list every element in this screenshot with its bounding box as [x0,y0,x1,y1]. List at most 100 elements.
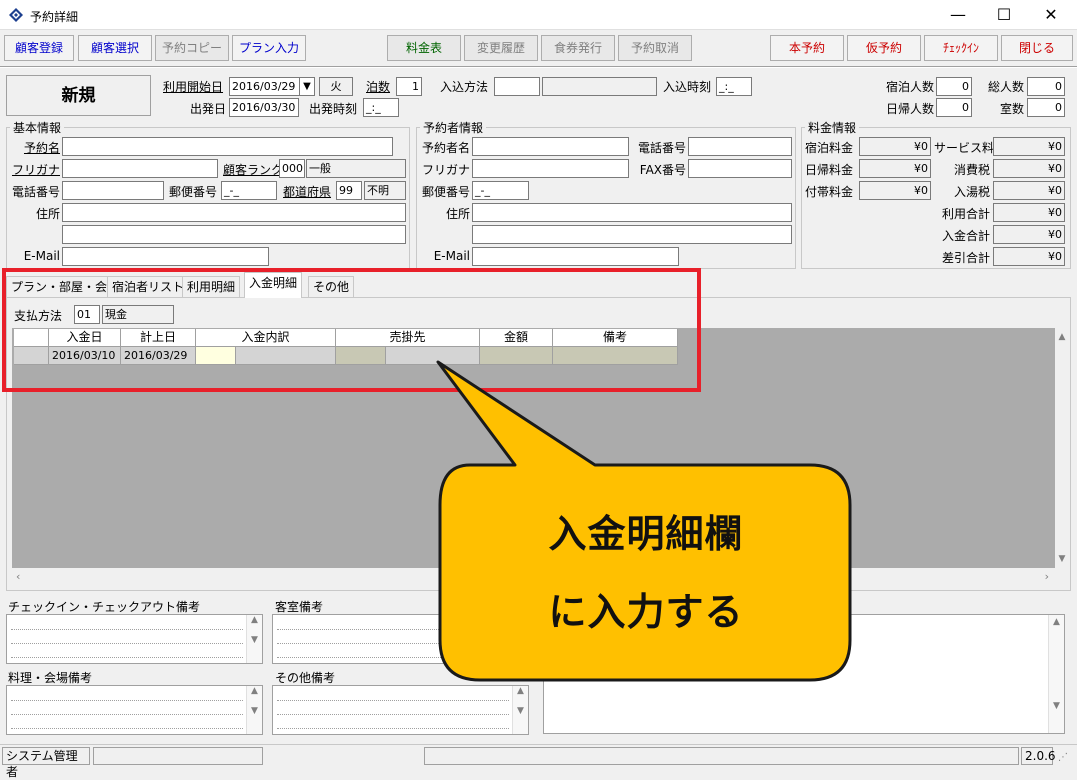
guests-field[interactable]: 0 [936,77,972,96]
tab-usage-detail[interactable]: 利用明細 [182,276,241,297]
cell-account-code[interactable] [336,347,386,365]
reservation-name-field[interactable] [62,137,393,156]
close-button[interactable]: 閉じる [1001,35,1073,61]
booker-kana-field[interactable] [472,159,629,178]
booker-postal-field[interactable]: _-_ [472,181,529,200]
plan-input-button[interactable]: プラン入力 [232,35,306,61]
cell-payment-detail-code[interactable] [196,347,236,365]
cancel-reservation-button[interactable]: 予約取消 [618,35,692,61]
maximize-button[interactable]: ☐ [981,0,1027,30]
basic-address2-field[interactable] [62,225,406,244]
prefecture-label: 都道府県 [283,185,332,199]
customer-rank-code-field[interactable]: 000 [279,159,305,178]
balance-label: 差引合計 [941,251,990,265]
departure-time-field[interactable]: _:_ [363,98,399,117]
customer-rank-label: 顧客ランク [223,163,284,177]
rooms-field[interactable]: 0 [1027,98,1065,117]
callout-text: 入金明細欄 に入力する [442,495,850,651]
scroll-left-icon[interactable]: ‹ [16,570,20,583]
memo-scroll-icon[interactable]: ▲▼ [1048,615,1064,733]
column-payment-date[interactable]: 入金日 [49,329,121,347]
grid-vertical-scrollbar[interactable]: ▲ ▼ [1055,328,1069,568]
booker-phone-field[interactable] [688,137,792,156]
column-post-date[interactable]: 計上日 [121,329,196,347]
booker-kana-label: フリガナ [421,163,470,177]
basic-phone-label: 電話番号 [11,185,60,199]
close-window-button[interactable]: ✕ [1028,0,1074,30]
tab-payment-detail[interactable]: 入金明細 [244,272,303,298]
total-field[interactable]: 0 [1027,77,1065,96]
start-date-field[interactable]: 2016/03/29 [229,77,301,96]
meal-ticket-button[interactable]: 食券発行 [541,35,615,61]
checkin-button[interactable]: ﾁｪｯｸｲﾝ [924,35,998,61]
title-bar: 予約詳細 — ☐ ✕ [0,0,1077,30]
meal-memo-field[interactable]: ▲ ▼ [6,685,263,735]
column-note[interactable]: 備考 [553,329,678,347]
customer-register-button[interactable]: 顧客登録 [4,35,74,61]
booker-address-label: 住所 [445,207,470,221]
meal-memo-label: 料理・会場備考 [8,671,93,685]
tentative-reservation-button[interactable]: 仮予約 [847,35,921,61]
booker-fax-field[interactable] [688,159,792,178]
confirm-reservation-button[interactable]: 本予約 [770,35,844,61]
grid-row-header-corner [14,329,49,347]
date-dropdown-icon[interactable]: ▼ [299,77,315,96]
basic-address1-field[interactable] [62,203,406,222]
minimize-button[interactable]: — [935,0,981,30]
status-panel-3 [424,747,1019,765]
checkin-memo-field[interactable]: ▲ ▼ [6,614,263,664]
column-payment-detail[interactable]: 入金内訳 [196,329,336,347]
basic-kana-field[interactable] [62,159,218,178]
payment-method-code-field[interactable]: 01 [74,305,100,324]
departure-date-field[interactable]: 2016/03/30 [229,98,299,117]
booker-name-label: 予約者名 [421,141,470,155]
scroll-down-icon[interactable]: ▼ [1055,554,1069,564]
memo-scroll-icon[interactable]: ▲▼ [246,615,262,663]
basic-phone-field[interactable] [62,181,164,200]
status-label: 新規 [6,75,151,116]
tab-other[interactable]: その他 [308,276,355,297]
booker-info-title: 予約者情報 [420,119,487,136]
cell-payment-date[interactable]: 2016/03/10 [49,347,121,365]
memo-scroll-icon[interactable]: ▲▼ [246,686,262,734]
basic-postal-field[interactable]: _-_ [221,181,277,200]
arrival-method-label: 入込方法 [440,80,489,94]
nights-field[interactable]: 1 [396,77,422,96]
cell-payment-detail-name[interactable] [236,347,336,365]
day-guests-field[interactable]: 0 [936,98,972,117]
guests-label: 宿泊人数 [885,80,934,94]
usage-total-field: ¥0 [993,203,1065,222]
scroll-right-icon[interactable]: › [1045,570,1049,583]
basic-email-field[interactable] [62,247,269,266]
customer-select-button[interactable]: 顧客選択 [78,35,152,61]
change-history-button[interactable]: 変更履歴 [464,35,538,61]
cell-post-date[interactable]: 2016/03/29 [121,347,196,365]
bath-tax-field: ¥0 [993,181,1065,200]
consumption-tax-field: ¥0 [993,159,1065,178]
rooms-label: 室数 [999,102,1024,116]
booker-name-field[interactable] [472,137,629,156]
column-amount[interactable]: 金額 [480,329,553,347]
balance-field: ¥0 [993,247,1065,266]
booker-email-field[interactable] [472,247,679,266]
scroll-up-icon[interactable]: ▲ [1055,332,1069,342]
booker-address2-field[interactable] [472,225,792,244]
resize-grip-icon[interactable]: ⋰ [1058,752,1068,763]
arrival-method-name-field [542,77,657,96]
charges-title: 料金情報 [805,119,860,136]
arrival-time-field[interactable]: _:_ [716,77,752,96]
column-account[interactable]: 売掛先 [336,329,480,347]
basic-info-title: 基本情報 [10,119,65,136]
arrival-method-code-field[interactable] [494,77,540,96]
status-user: システム管理者 [2,747,90,779]
prefecture-code-field[interactable]: 99 [336,181,362,200]
tab-guest-list[interactable]: 宿泊者リスト [107,276,190,297]
rate-table-button[interactable]: 料金表 [387,35,461,61]
nights-label: 泊数 [366,80,391,94]
payment-total-field: ¥0 [993,225,1065,244]
basic-email-label: E-Mail [23,249,60,263]
row-selector[interactable] [14,347,49,365]
service-charge-label: サービス料 [934,141,995,155]
reservation-copy-button[interactable]: 予約コピー [155,35,229,61]
booker-address1-field[interactable] [472,203,792,222]
